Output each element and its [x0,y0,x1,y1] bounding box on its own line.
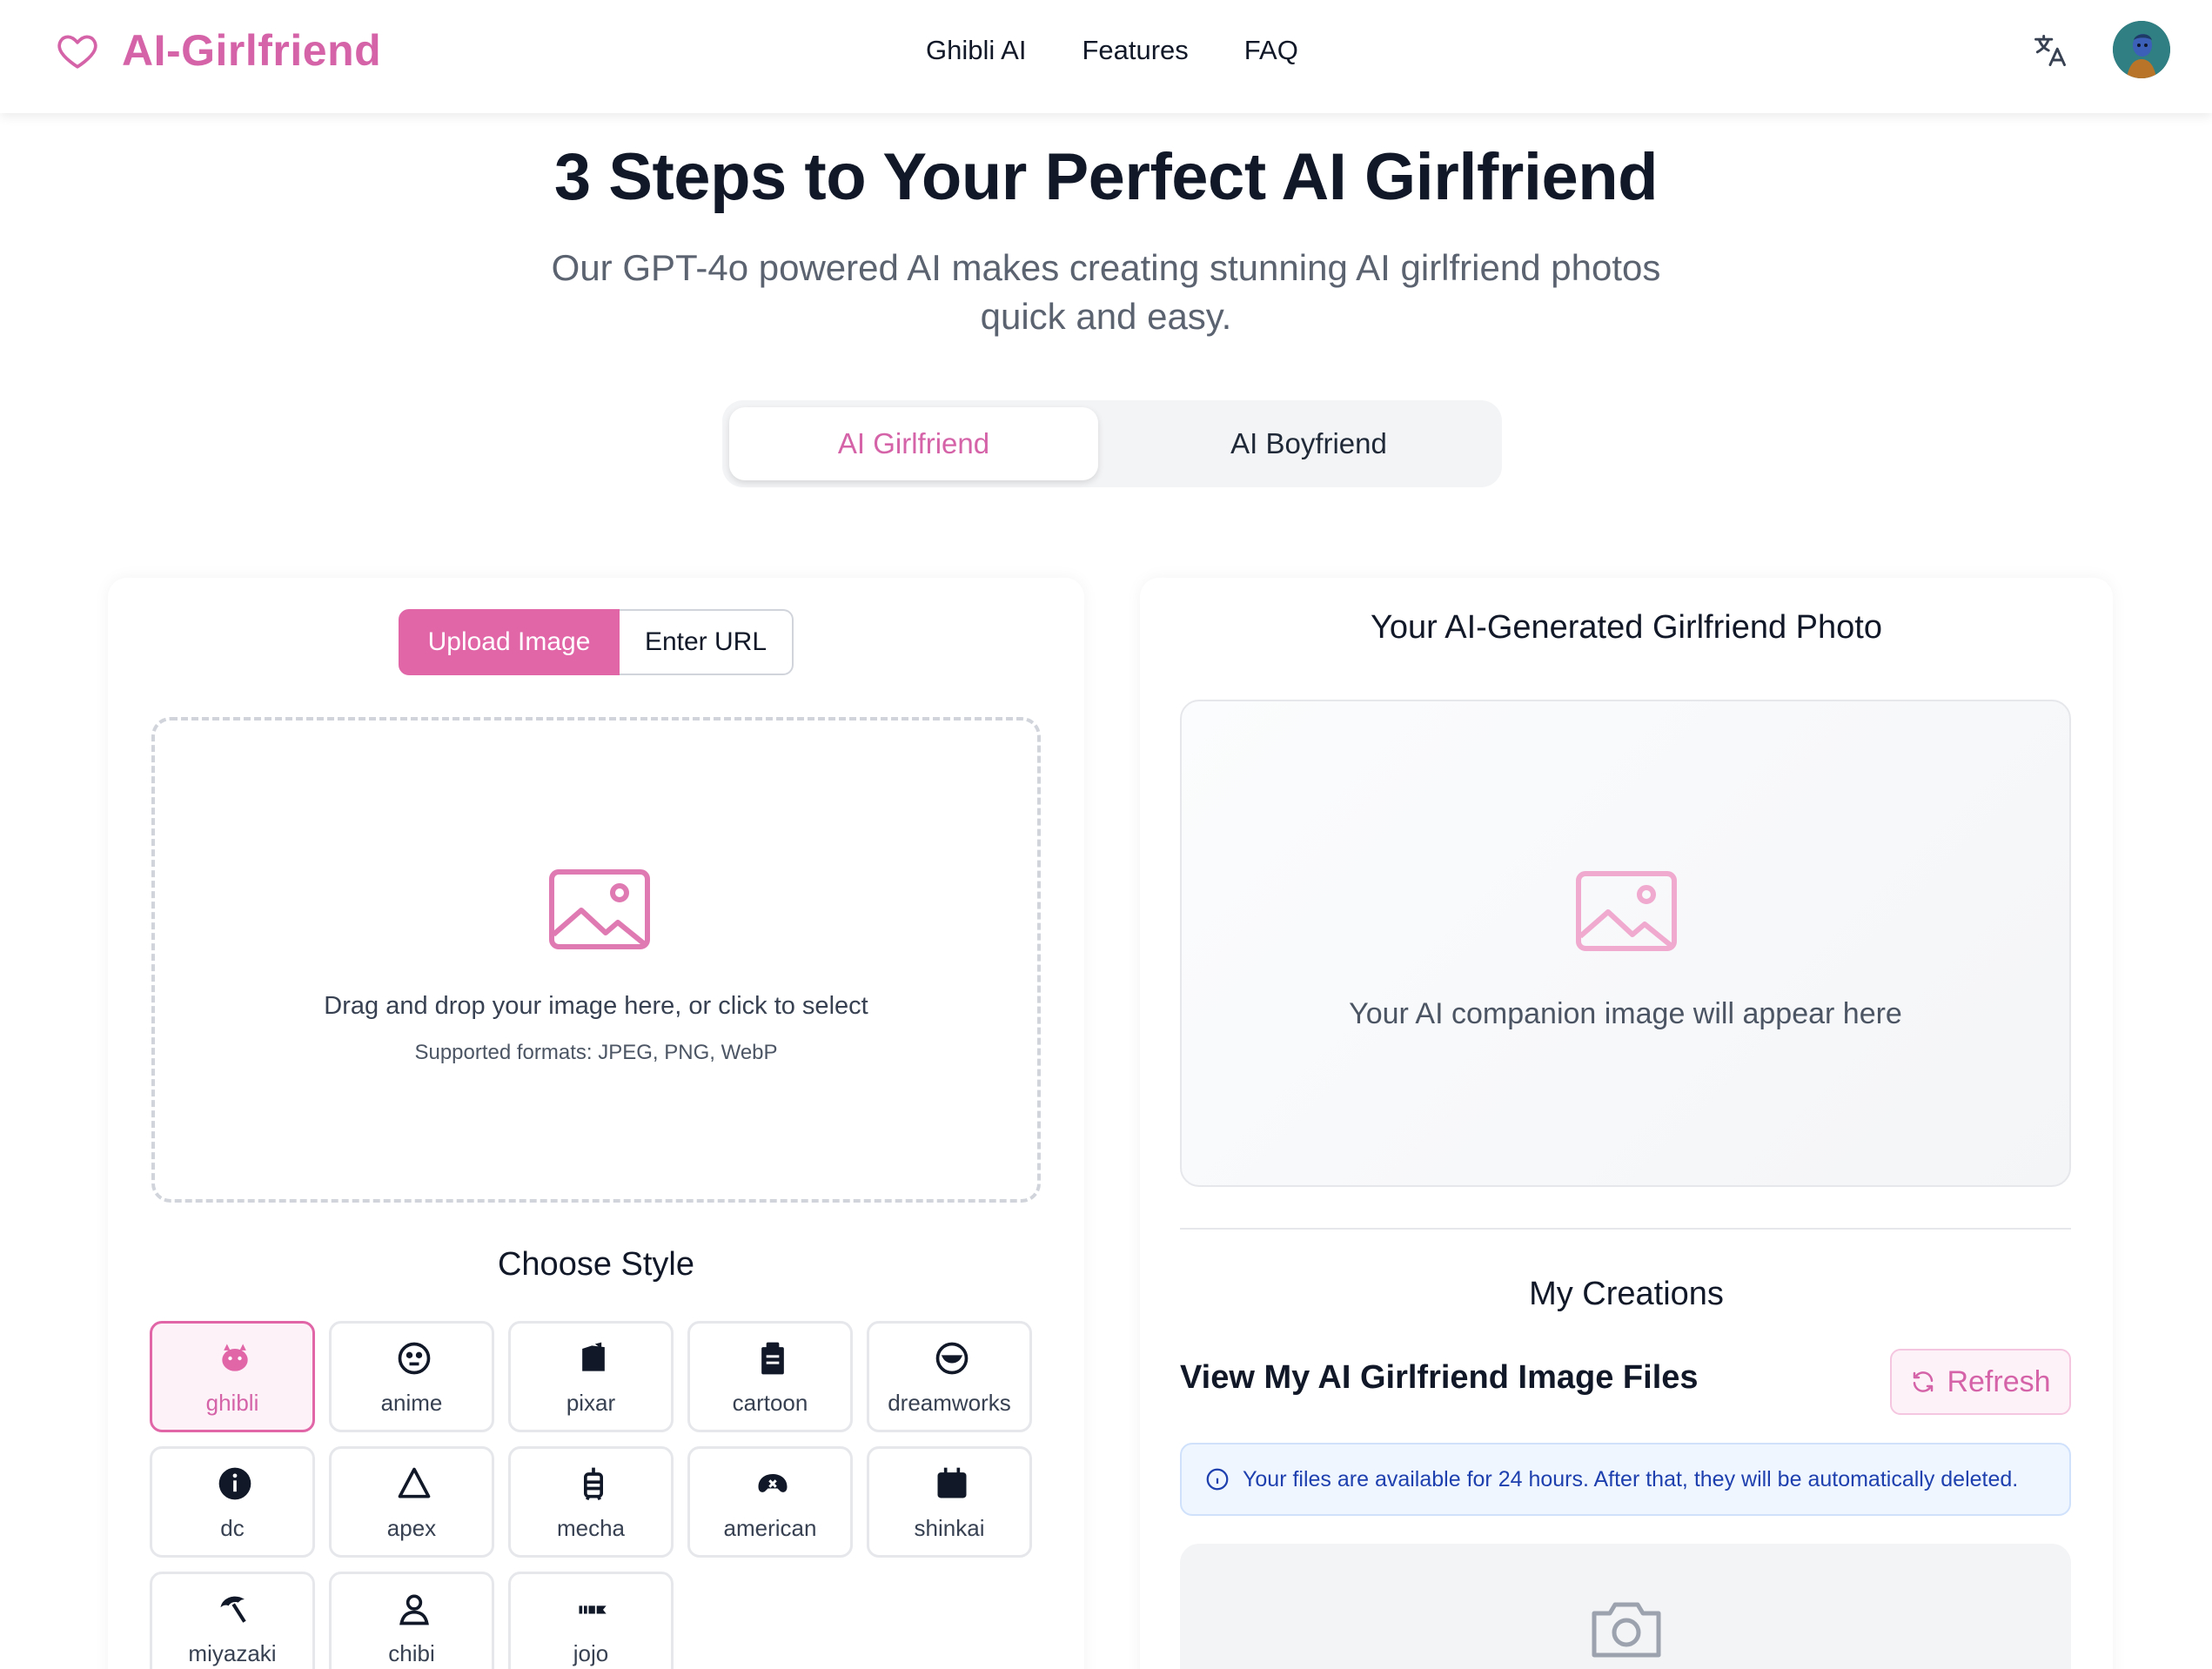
page-subtitle: Our GPT-4o powered AI makes creating stu… [551,247,1661,337]
brand-logo[interactable]: AI-Girlfriend [56,26,381,75]
avatar-image [2113,21,2170,78]
style-miyazaki[interactable]: miyazaki [150,1572,315,1669]
enter-url-tab[interactable]: Enter URL [620,609,794,675]
style-dreamworks[interactable]: dreamworks [867,1321,1032,1432]
brand-name: AI-Girlfriend [122,26,382,75]
nav-features[interactable]: Features [1082,31,1188,70]
style-label: chibi [388,1640,435,1666]
style-mecha[interactable]: mecha [508,1446,674,1558]
result-preview: Your AI companion image will appear here [1180,700,2071,1187]
style-jojo[interactable]: jojo [508,1572,674,1669]
style-label: anime [380,1390,443,1416]
page-title: 3 Steps to Your Perfect AI Girlfriend [553,140,1659,214]
refresh-icon [1914,1371,1934,1392]
dreamworks-icon [935,1342,969,1375]
american-icon [758,1474,788,1492]
style-label: miyazaki [188,1640,277,1666]
style-label: shinkai [914,1515,985,1541]
style-ghibli[interactable]: ghibli [150,1321,315,1432]
apex-icon [398,1467,431,1498]
shinkai-icon [937,1467,967,1498]
dropzone-formats: Supported formats: JPEG, PNG, WebP [414,1041,778,1064]
image-placeholder-icon [1576,871,1677,951]
image-icon [549,869,650,949]
miyazaki-icon [220,1596,246,1623]
info-icon [1206,1468,1229,1491]
style-dc[interactable]: dc [150,1446,315,1558]
nav-faq[interactable]: FAQ [1244,31,1298,70]
pixar-icon [582,1342,605,1371]
style-label: dc [220,1515,245,1541]
main-nav: Ghibli AI Features FAQ [926,31,1354,70]
style-label: american [723,1515,817,1541]
style-label: ghibli [205,1390,259,1416]
translate-icon[interactable] [2031,31,2069,70]
style-label: cartoon [732,1390,808,1416]
style-label: apex [386,1515,437,1541]
tab-ai-boyfriend[interactable]: AI Boyfriend [1124,407,1493,480]
section-divider [1180,1228,2071,1230]
ghibli-icon [222,1344,248,1371]
mecha-icon [584,1467,603,1501]
style-pixar[interactable]: pixar [508,1321,674,1432]
refresh-button[interactable]: Refresh [1890,1349,2071,1415]
retention-notice: Your files are available for 24 hours. A… [1180,1443,2071,1516]
jojo-icon [579,1605,607,1614]
result-placeholder-text: Your AI companion image will appear here [1349,997,1902,1030]
chibi-icon [399,1594,429,1625]
style-anime[interactable]: anime [329,1321,494,1432]
style-chibi[interactable]: chibi [329,1572,494,1669]
dc-icon [218,1467,251,1500]
creations-subtitle: View My AI Girlfriend Image Files [1180,1359,1699,1396]
style-label: jojo [573,1640,609,1666]
style-label: dreamworks [888,1390,1011,1416]
style-shinkai[interactable]: shinkai [867,1446,1032,1558]
result-title: Your AI-Generated Girlfriend Photo [1371,609,1882,646]
heart-icon [57,35,97,69]
upload-source-switch: Upload Image Enter URL [399,609,794,675]
anime-icon [398,1342,431,1375]
refresh-label: Refresh [1947,1364,2051,1398]
user-avatar[interactable] [2113,21,2170,78]
style-american[interactable]: american [687,1446,853,1558]
style-label: pixar [566,1390,616,1416]
upload-image-tab[interactable]: Upload Image [399,609,620,675]
creations-empty-state [1180,1544,2071,1669]
choose-style-heading: Choose Style [497,1246,694,1283]
tab-ai-girlfriend[interactable]: AI Girlfriend [729,407,1098,480]
style-cartoon[interactable]: cartoon [687,1321,853,1432]
style-label: mecha [556,1515,626,1541]
retention-notice-text: Your files are available for 24 hours. A… [1243,1466,2019,1491]
image-dropzone[interactable]: Drag and drop your image here, or click … [151,717,1041,1203]
style-apex[interactable]: apex [329,1446,494,1558]
cartoon-icon [761,1342,784,1375]
my-creations-title: My Creations [1529,1276,1724,1312]
camera-icon [1592,1602,1661,1658]
mode-toggle: AI Girlfriend AI Boyfriend [722,400,1502,487]
nav-ghibli-ai[interactable]: Ghibli AI [926,31,1026,70]
dropzone-title: Drag and drop your image here, or click … [324,992,868,1020]
top-navbar: AI-Girlfriend Ghibli AI Features FAQ [0,0,2212,113]
